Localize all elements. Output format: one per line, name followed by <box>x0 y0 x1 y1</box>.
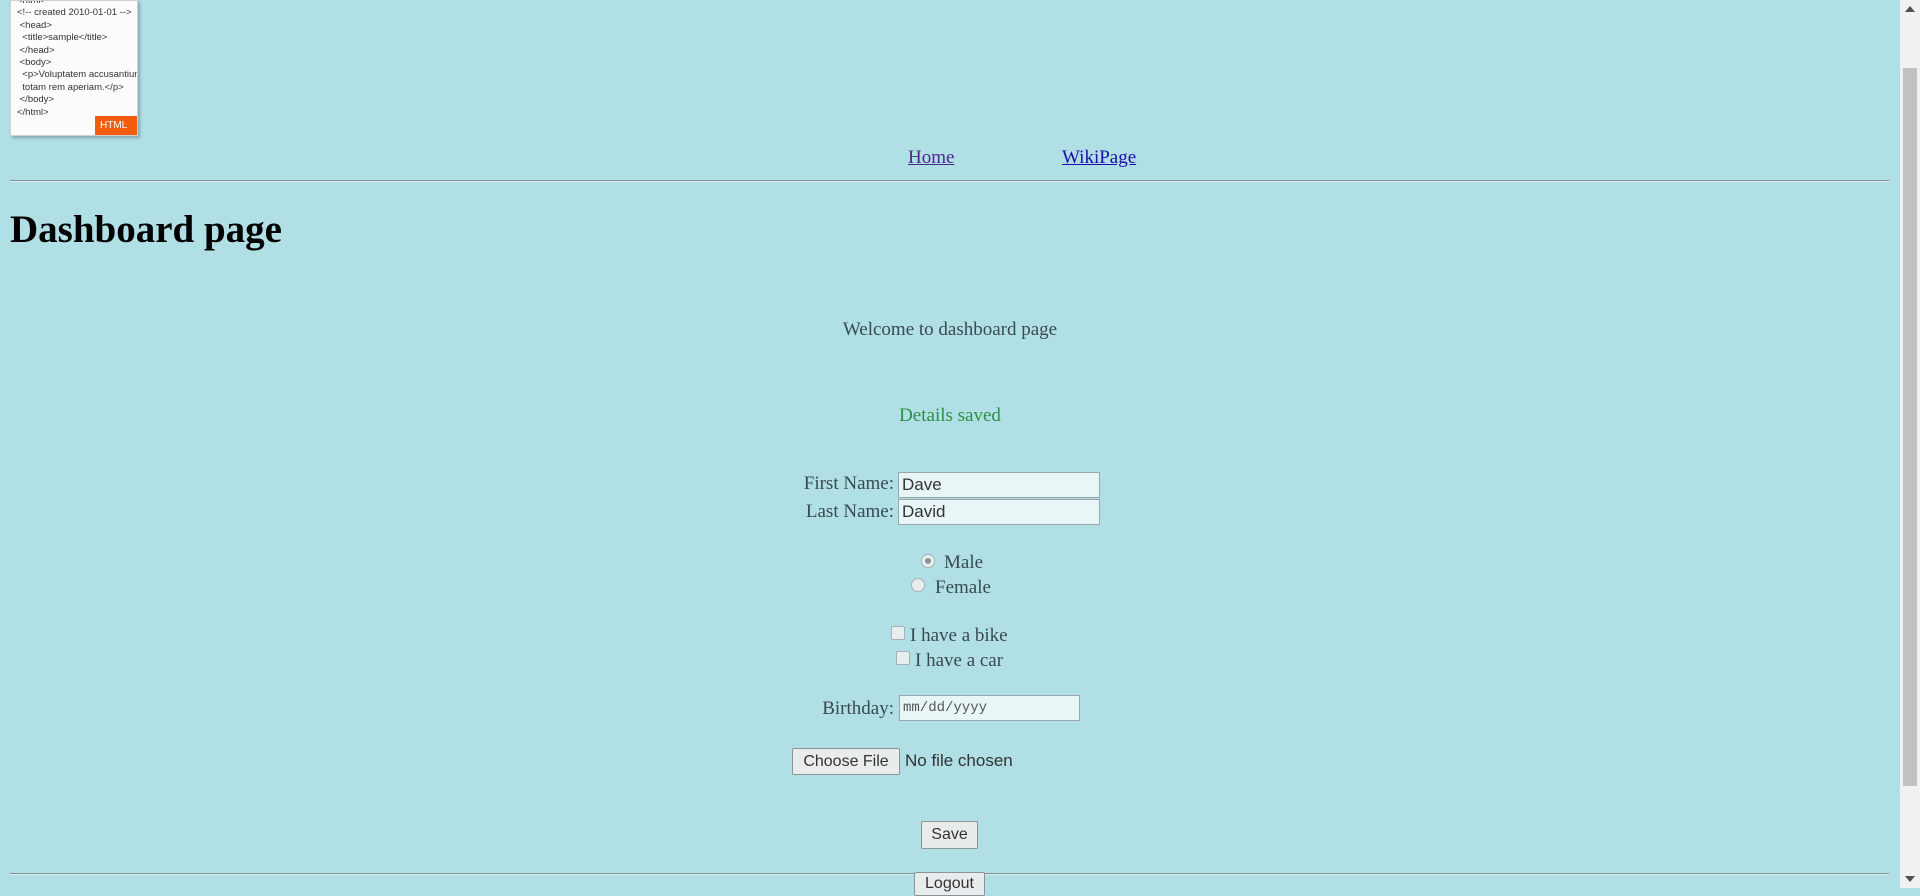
logo-code-text: <html> <!-- created 2010-01-01 --> <head… <box>17 0 138 118</box>
last-name-input[interactable]: David <box>898 499 1100 525</box>
status-message: Details saved <box>899 405 1001 426</box>
bike-checkbox[interactable] <box>891 626 905 640</box>
gender-radio-female[interactable] <box>911 578 925 592</box>
vertical-scrollbar[interactable] <box>1900 0 1920 888</box>
scroll-up-arrow-icon[interactable] <box>1905 6 1915 12</box>
page: <html> <!-- created 2010-01-01 --> <head… <box>0 0 1900 896</box>
logo-badge: HTML <box>95 116 137 135</box>
logout-button[interactable]: Logout <box>914 872 985 896</box>
gender-radio-male[interactable] <box>921 554 935 568</box>
gender-label-female: Female <box>935 577 991 598</box>
first-name-input[interactable]: Dave <box>898 472 1100 498</box>
car-label: I have a car <box>915 650 1004 671</box>
welcome-message: Welcome to dashboard page <box>842 319 1058 340</box>
nav-link-wikipage[interactable]: WikiPage <box>1062 147 1136 169</box>
bike-label: I have a bike <box>910 625 1008 646</box>
last-name-label: Last Name: <box>805 501 894 522</box>
birthday-input[interactable]: mm/dd/yyyy <box>899 695 1080 721</box>
top-nav: Home WikiPage <box>0 147 1900 173</box>
gender-label-male: Male <box>944 552 984 573</box>
scrollbar-thumb[interactable] <box>1903 68 1917 786</box>
scroll-down-arrow-icon[interactable] <box>1905 876 1915 882</box>
page-title: Dashboard page <box>10 208 282 251</box>
top-divider <box>10 180 1889 182</box>
car-checkbox[interactable] <box>896 651 910 665</box>
birthday-label: Birthday: <box>822 698 894 719</box>
choose-file-button[interactable]: Choose File <box>792 748 900 775</box>
save-button[interactable]: Save <box>921 821 978 849</box>
file-status-text: No file chosen <box>905 751 1013 770</box>
first-name-label: First Name: <box>803 473 894 494</box>
html-logo-image: <html> <!-- created 2010-01-01 --> <head… <box>10 0 138 136</box>
nav-link-home[interactable]: Home <box>908 147 954 169</box>
